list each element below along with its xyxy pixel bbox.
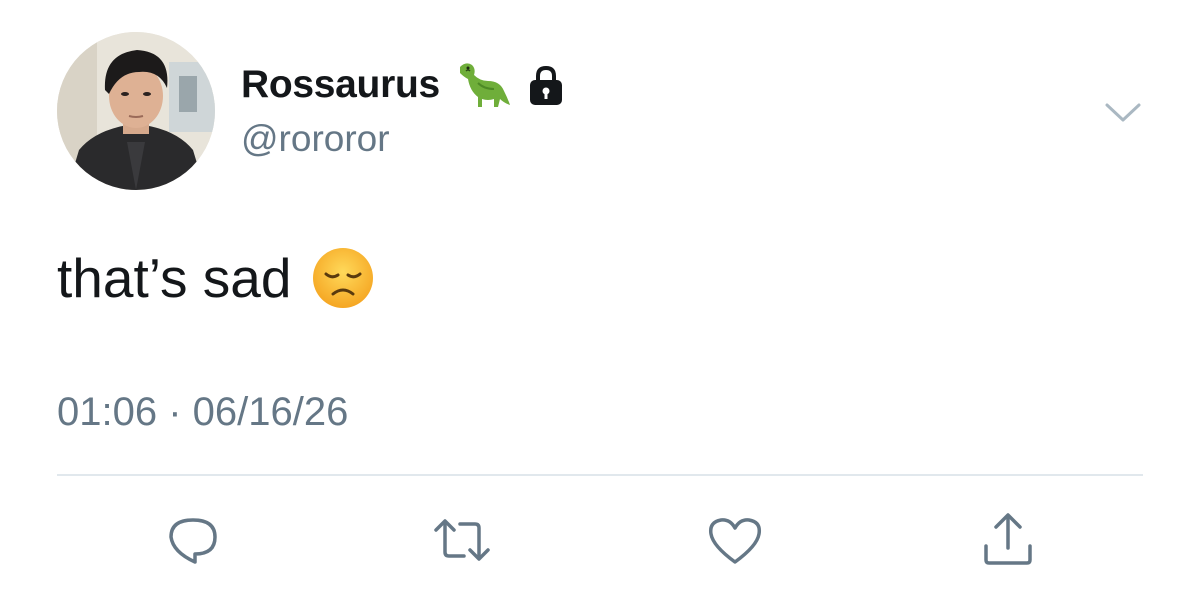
chevron-down-icon[interactable]	[1104, 100, 1142, 126]
tweet-text: that’s sad	[57, 246, 375, 310]
tweet-text-content: that’s sad	[57, 247, 292, 309]
sauropod-dinosaur-icon	[454, 59, 512, 111]
retweet-button[interactable]	[432, 510, 492, 570]
tweet-card: Rossaurus @rororor that’s sad 01:06 · 06…	[0, 0, 1200, 598]
share-button[interactable]	[978, 510, 1038, 570]
disappointed-face-icon	[311, 246, 375, 310]
handle[interactable]: @rororor	[241, 118, 390, 160]
reply-icon	[163, 510, 223, 570]
timestamp[interactable]: 01:06 · 06/16/26	[57, 390, 348, 435]
heart-icon	[705, 510, 765, 570]
display-name[interactable]: Rossaurus	[241, 63, 440, 107]
name-row: Rossaurus	[241, 62, 568, 108]
avatar[interactable]	[57, 32, 215, 190]
reply-button[interactable]	[163, 510, 223, 570]
like-button[interactable]	[705, 510, 765, 570]
share-icon	[978, 510, 1038, 570]
retweet-icon	[432, 510, 492, 570]
divider	[57, 474, 1143, 476]
lock-icon	[524, 63, 568, 107]
